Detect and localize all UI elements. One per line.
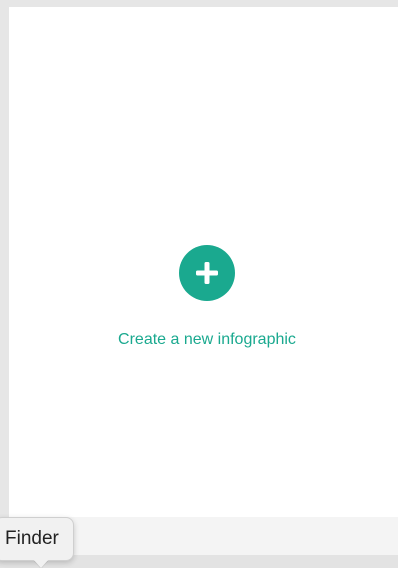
plus-icon [196, 262, 218, 284]
app-viewport: Create a new infographic Finder [0, 0, 398, 568]
create-infographic-area[interactable]: Create a new infographic [9, 7, 398, 517]
tooltip-arrow [32, 558, 50, 568]
dock-tooltip: Finder [0, 517, 74, 561]
create-infographic-card[interactable]: Create a new infographic [9, 7, 398, 517]
dock-tooltip-text: Finder [5, 528, 59, 549]
create-infographic-label[interactable]: Create a new infographic [103, 329, 311, 351]
create-infographic-button[interactable] [179, 245, 235, 301]
